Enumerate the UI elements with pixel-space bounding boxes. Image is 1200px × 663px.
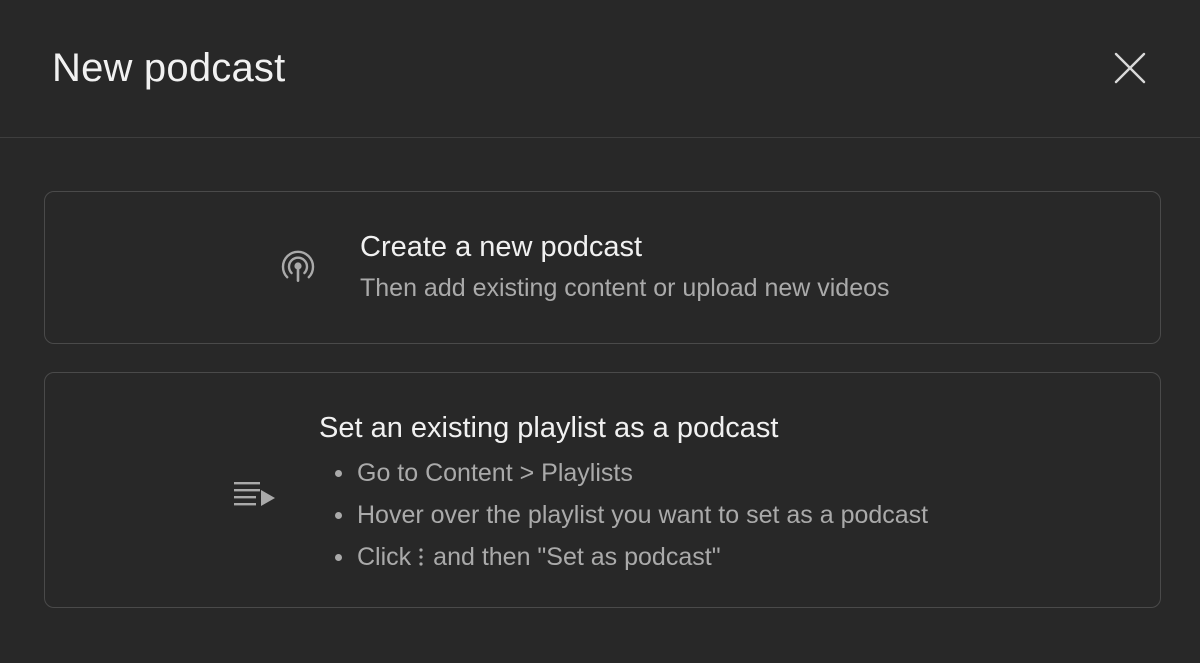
create-podcast-title: Create a new podcast: [360, 231, 643, 263]
step-text-prefix: Click: [357, 543, 412, 571]
step-item: Hover over the playlist you want to set …: [333, 494, 928, 536]
dialog-header: New podcast: [0, 0, 1200, 138]
new-podcast-dialog: New podcast Create a new podcast Then ad…: [0, 0, 1200, 663]
step-text-suffix: and then "Set as podcast": [433, 543, 721, 571]
set-playlist-as-podcast-option[interactable]: Set an existing playlist as a podcast Go…: [44, 372, 1161, 608]
close-button[interactable]: [1106, 44, 1154, 92]
create-new-podcast-option[interactable]: Create a new podcast Then add existing c…: [44, 191, 1161, 344]
more-vert-icon: [415, 536, 427, 578]
create-podcast-subtitle: Then add existing content or upload new …: [360, 274, 890, 302]
podcast-broadcast-icon: [274, 244, 322, 292]
step-item: Click and then "Set as podcast": [333, 536, 928, 578]
step-item: Go to Content > Playlists: [333, 452, 928, 494]
instruction-steps: Go to Content > Playlists Hover over the…: [333, 452, 928, 578]
set-playlist-title: Set an existing playlist as a podcast: [319, 412, 779, 444]
close-icon: [1114, 52, 1146, 84]
dialog-title: New podcast: [52, 46, 286, 90]
playlist-play-icon: [231, 470, 279, 518]
